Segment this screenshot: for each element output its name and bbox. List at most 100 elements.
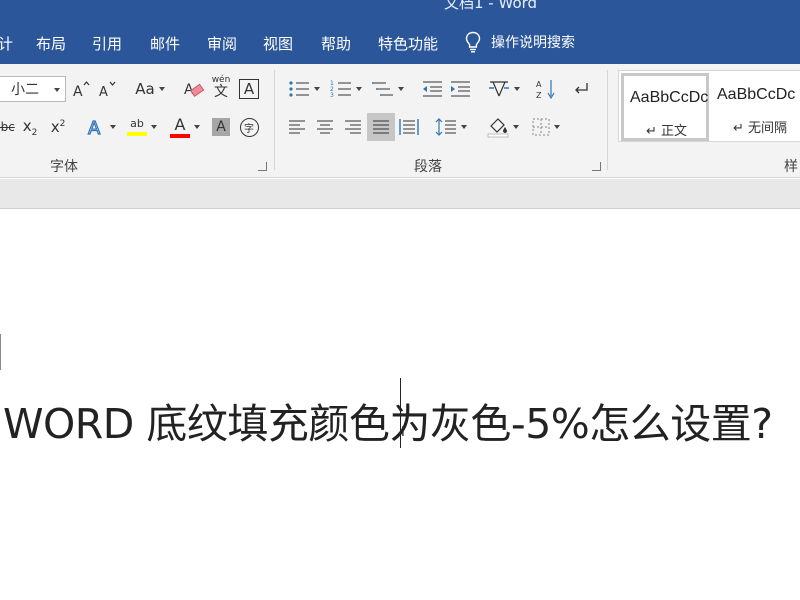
change-case-label: Aa: [135, 80, 155, 98]
chevron-down-icon: [514, 87, 520, 91]
svg-text:A: A: [73, 84, 83, 99]
style-no-spacing[interactable]: AaBbCcDc ↵ 无间隔: [711, 73, 799, 141]
ruler-area: [0, 179, 800, 209]
tab-mailings[interactable]: 邮件: [150, 33, 180, 54]
shading-button[interactable]: [484, 114, 522, 140]
text-effects-button[interactable]: A: [84, 114, 118, 140]
font-size-select[interactable]: 小二: [0, 76, 66, 102]
chevron-down-icon: [356, 87, 362, 91]
document-text[interactable]: WORD 底纹填充颜色为灰色-5%怎么设置?: [3, 390, 773, 450]
document-page[interactable]: WORD 底纹填充颜色为灰色-5%怎么设置? I: [0, 210, 800, 600]
phonetic-bottom: 文: [214, 83, 228, 100]
svg-text:A: A: [536, 80, 542, 89]
chevron-down-icon: [151, 125, 157, 129]
align-right-icon: [345, 120, 361, 134]
increase-indent-button[interactable]: [449, 76, 471, 102]
svg-text:A: A: [99, 85, 108, 99]
strikethrough-button[interactable]: abc: [0, 114, 15, 140]
bullets-button[interactable]: [286, 76, 322, 102]
chinese-layout-button[interactable]: [486, 76, 522, 102]
superscript-icon: x2: [50, 118, 66, 136]
multilevel-list-icon: [372, 82, 393, 96]
style-normal[interactable]: AaBbCcDc ↵ 正文: [621, 73, 709, 141]
style-name: ↵ 正文: [646, 124, 688, 139]
chevron-down-icon: [54, 88, 60, 92]
character-shading-button[interactable]: A: [210, 114, 232, 140]
margin-marker: [0, 334, 1, 370]
shrink-font-button[interactable]: A: [97, 76, 117, 102]
chevron-down-icon: [554, 125, 560, 129]
enclose-characters-icon: 字: [239, 117, 259, 137]
paragraph-mark-icon: [575, 83, 588, 94]
strikethrough-icon: abc: [0, 120, 15, 134]
clear-formatting-button[interactable]: A: [183, 76, 205, 102]
paragraph-group-label: 段落: [414, 159, 442, 175]
svg-text:A: A: [88, 118, 101, 138]
align-left-icon: [289, 120, 305, 134]
character-border-icon: A: [239, 79, 259, 99]
decrease-indent-icon: [423, 81, 442, 97]
subscript-button[interactable]: x2: [20, 114, 40, 140]
increase-indent-icon: [451, 81, 470, 97]
tab-review[interactable]: 审阅: [207, 33, 237, 54]
tab-view[interactable]: 视图: [263, 33, 293, 54]
superscript-button[interactable]: x2: [48, 114, 68, 140]
borders-button[interactable]: [528, 114, 564, 140]
grow-font-button[interactable]: A: [71, 76, 91, 102]
borders-icon: [532, 118, 550, 136]
style-name: ↵ 无间隔: [733, 121, 788, 136]
line-spacing-icon: [435, 118, 456, 136]
style-sample: AaBbCcDc: [630, 89, 709, 106]
chevron-down-icon: [158, 87, 165, 91]
chevron-down-icon: [314, 87, 320, 91]
chevron-down-icon: [194, 125, 200, 129]
align-right-button[interactable]: [342, 114, 364, 140]
paragraph-dialog-launcher[interactable]: [592, 162, 601, 171]
tab-design[interactable]: 计: [0, 33, 13, 54]
title-bar: 文档1 - Word: [0, 0, 800, 22]
tab-references[interactable]: 引用: [92, 33, 122, 54]
window-title: 文档1 - Word: [444, 0, 538, 12]
sort-button[interactable]: A Z: [535, 76, 557, 102]
chevron-down-icon: [461, 125, 467, 129]
sort-icon: A Z: [536, 80, 555, 100]
font-color-button[interactable]: A: [166, 114, 204, 140]
show-hide-marks-button[interactable]: [570, 76, 592, 102]
styles-gallery: AaBbCcDc ↵ 正文 AaBbCcDc ↵ 无间隔: [618, 70, 800, 142]
style-sample: AaBbCcDc: [717, 86, 796, 103]
align-center-button[interactable]: [314, 114, 336, 140]
numbered-list-icon: 1 2 3: [330, 80, 351, 99]
line-spacing-button[interactable]: [433, 114, 469, 140]
decrease-indent-button[interactable]: [421, 76, 443, 102]
text-effects-icon: A: [87, 117, 101, 138]
justify-icon: [373, 120, 389, 134]
justify-button[interactable]: [367, 113, 395, 141]
tab-help[interactable]: 帮助: [321, 33, 351, 54]
shrink-font-icon: A: [99, 81, 116, 99]
group-divider: [607, 70, 608, 170]
distributed-button[interactable]: [398, 114, 420, 140]
align-left-button[interactable]: [286, 114, 308, 140]
highlighter-icon: ab: [127, 118, 147, 136]
paint-bucket-icon: [487, 118, 509, 138]
font-color-icon: A: [170, 116, 190, 138]
numbering-button[interactable]: 1 2 3: [328, 76, 364, 102]
tab-layout[interactable]: 布局: [36, 33, 66, 54]
group-divider: [274, 70, 275, 170]
enclose-characters-button[interactable]: 字: [238, 114, 260, 140]
chevron-down-icon: [110, 125, 116, 129]
highlight-color-button[interactable]: ab: [123, 114, 161, 140]
font-dialog-launcher[interactable]: [258, 162, 267, 171]
font-size-value: 小二: [11, 82, 39, 98]
change-case-button[interactable]: Aa: [133, 76, 167, 102]
subscript-icon: x2: [22, 116, 38, 138]
character-border-button[interactable]: A: [238, 76, 260, 102]
phonetic-guide-button[interactable]: wén 文: [209, 74, 233, 100]
font-group-label: 字体: [50, 159, 78, 175]
multilevel-list-button[interactable]: [370, 76, 406, 102]
tell-me-search[interactable]: 操作说明搜索: [465, 31, 575, 53]
tab-special-features[interactable]: 特色功能: [378, 33, 438, 54]
align-center-icon: [317, 120, 333, 134]
eraser-icon: A: [184, 82, 205, 98]
styles-group-label: 样: [784, 159, 798, 175]
